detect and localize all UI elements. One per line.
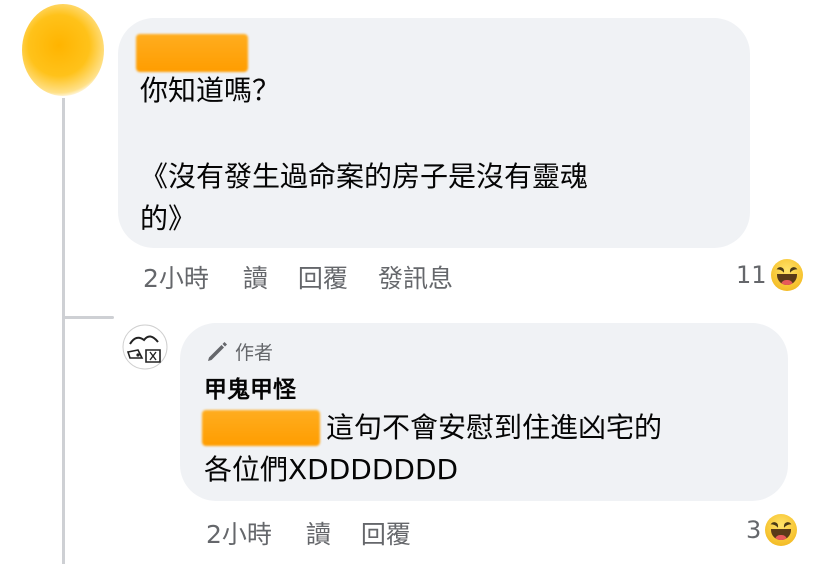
reply-line-2: 各位們XDDDDDDD [204, 453, 459, 486]
reaction-count: 11 [736, 261, 767, 289]
reply-actions: 2小時 讀 回覆 [206, 515, 441, 551]
redacted-name[interactable] [136, 34, 248, 72]
reply-reaction[interactable]: 3 [746, 514, 798, 546]
send-message-link[interactable]: 發訊息 [378, 259, 453, 295]
haha-icon [770, 259, 803, 291]
thread-line-branch [62, 316, 114, 319]
comment-line-3: 的》 [140, 202, 197, 235]
reply-line-1: 這句不會安慰到住進凶宅的 [326, 411, 663, 444]
haha-icon [765, 514, 798, 546]
author-badge-label: 作者 [235, 342, 274, 364]
comment-reaction[interactable]: 11 [736, 259, 803, 291]
reply-reply-link[interactable]: 回覆 [361, 515, 411, 551]
comment-bubble: 你知道嗎？ 《沒有發生過命案的房子是沒有靈魂 的》 [118, 18, 750, 248]
commenter-avatar[interactable] [22, 4, 104, 96]
pencil-icon [208, 341, 227, 361]
thread-line-vertical [62, 98, 65, 564]
read-link[interactable]: 讀 [243, 259, 268, 295]
redacted-mention[interactable] [202, 410, 320, 446]
author-avatar[interactable] [120, 322, 170, 372]
reply-author-name[interactable]: 甲鬼甲怪 [204, 370, 296, 404]
reply-reaction-count: 3 [746, 516, 762, 544]
reply-link[interactable]: 回覆 [298, 259, 348, 295]
reply-timestamp[interactable]: 2小時 [206, 515, 272, 551]
comment-actions: 2小時 讀 回覆 發訊息 [143, 259, 483, 295]
comment-line-2: 《沒有發生過命案的房子是沒有靈魂 [140, 160, 589, 193]
reply-read-link[interactable]: 讀 [306, 515, 331, 551]
comment-timestamp[interactable]: 2小時 [143, 259, 209, 295]
author-badge: 作者 [205, 338, 273, 365]
comment-line-1: 你知道嗎？ [140, 74, 281, 107]
